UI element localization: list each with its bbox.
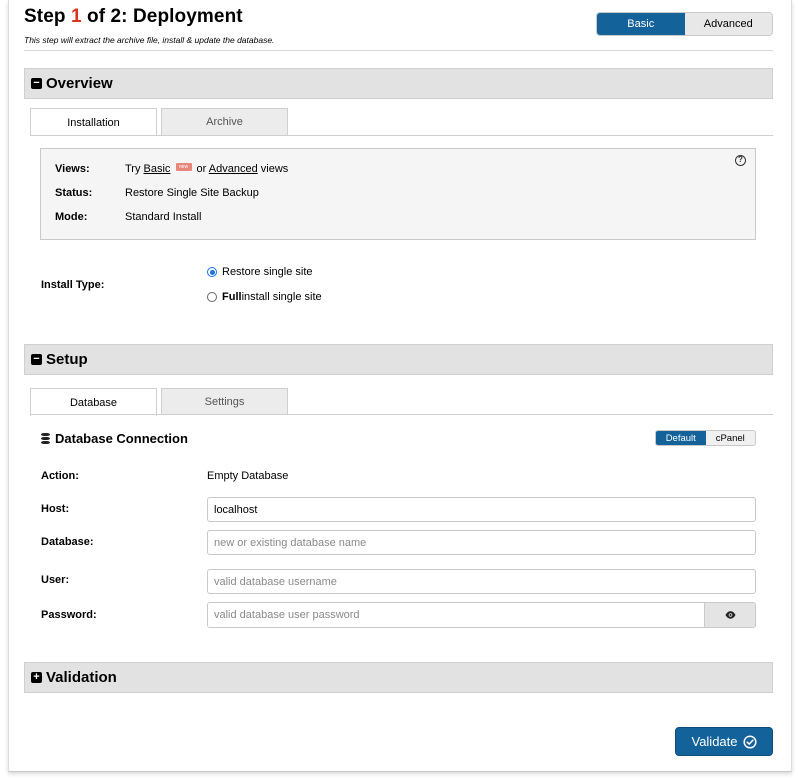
setup-section-header[interactable]: − Setup [24,344,773,375]
advanced-view-button[interactable]: Advanced [684,13,772,35]
database-icon [41,432,50,445]
mode-value: Standard Install [125,211,202,223]
user-input[interactable] [207,569,756,594]
default-mode-button[interactable]: Default [656,431,706,445]
validate-button[interactable]: Validate [675,727,773,756]
host-input[interactable] [207,497,756,522]
views-value: Try Basic new or Advanced views [125,163,288,175]
basic-view-button[interactable]: Basic [597,13,685,35]
install-type-label: Install Type: [41,279,105,291]
minus-square-icon: − [31,354,42,365]
connection-mode-toggle: Default cPanel [655,430,756,446]
radio-button[interactable] [207,267,217,277]
new-badge: new [175,163,192,171]
views-tail-text: views [257,163,289,175]
check-circle-icon [742,734,757,749]
host-label: Host: [41,503,70,515]
tab-divider [30,135,773,136]
question-circle-icon[interactable]: ? [735,155,746,166]
radio-full-install[interactable]: Full install single site [207,291,322,303]
database-label: Database: [41,536,94,548]
status-label: Status: [55,187,93,199]
radio-full-label: install single site [241,291,322,303]
password-field-group [207,602,756,628]
advanced-view-link[interactable]: Advanced [209,163,258,175]
database-connection-title: Database Connection [55,431,188,446]
views-try-text: Try [125,163,144,175]
tab-divider [30,414,773,415]
validate-label: Validate [691,734,738,749]
plus-square-icon: + [31,672,42,683]
views-or-text: or [193,163,209,175]
title-suffix: of 2: Deployment [81,6,243,27]
overview-tabs: Installation Archive [30,108,292,136]
overview-info-box: ? Views: Try Basic new or Advanced views… [40,148,756,240]
overview-section-title: Overview [46,75,113,92]
validation-section-title: Validation [46,669,117,686]
action-value[interactable]: Empty Database [207,470,288,482]
tab-installation[interactable]: Installation [30,108,157,136]
page-subtitle: This step will extract the archive file,… [24,35,275,45]
radio-button[interactable] [207,292,217,302]
title-prefix: Step [24,6,71,27]
cpanel-mode-button[interactable]: cPanel [705,431,755,445]
tab-archive[interactable]: Archive [161,108,288,135]
password-input[interactable] [208,603,704,627]
views-label: Views: [55,163,90,175]
action-label: Action: [41,470,79,482]
password-label: Password: [41,609,97,621]
setup-section-title: Setup [46,351,88,368]
database-name-input[interactable] [207,530,756,555]
radio-restore-single-site[interactable]: Restore single site [207,266,313,278]
overview-section-header[interactable]: − Overview [24,68,773,99]
radio-restore-label: Restore single site [222,266,313,278]
eye-icon [725,611,735,619]
page-title: Step 1 of 2: Deployment [24,6,243,28]
setup-tabs: Database Settings [30,388,292,416]
tab-settings[interactable]: Settings [161,388,288,415]
basic-view-link[interactable]: Basic [144,163,171,175]
show-password-button[interactable] [704,603,755,627]
user-label: User: [41,574,70,586]
mode-label: Mode: [55,211,88,223]
radio-full-bold: Full [222,291,242,303]
status-value: Restore Single Site Backup [125,187,259,199]
view-mode-toggle: Basic Advanced [596,12,773,36]
title-divider [24,50,773,51]
validation-section-header[interactable]: + Validation [24,662,773,693]
database-connection-heading: Database Connection [41,431,188,446]
step-number: 1 [70,6,82,27]
minus-square-icon: − [31,78,42,89]
tab-database[interactable]: Database [30,388,157,416]
